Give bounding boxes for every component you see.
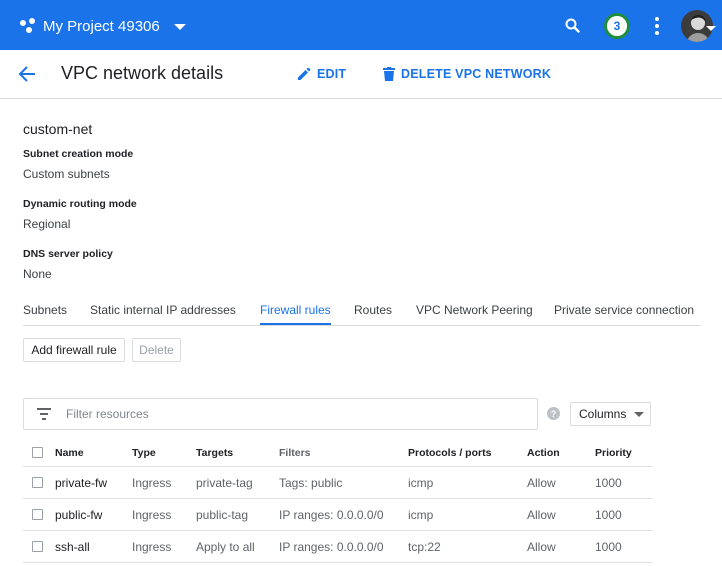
tab-bar: Subnets Static internal IP addresses Fir… <box>23 298 701 326</box>
column-header-action[interactable]: Action <box>527 447 560 459</box>
row-checkbox[interactable] <box>32 477 43 488</box>
tab-routes[interactable]: Routes <box>354 303 392 317</box>
rule-priority: 1000 <box>595 540 622 554</box>
rule-protocols: icmp <box>408 508 434 522</box>
tab-firewall-rules[interactable]: Firewall rules <box>260 303 331 317</box>
column-header-targets[interactable]: Targets <box>196 447 233 459</box>
rule-action: Allow <box>527 540 556 554</box>
select-all-checkbox[interactable] <box>32 447 43 458</box>
project-icon <box>20 18 36 34</box>
delete-vpc-network-button[interactable]: DELETE VPC NETWORK <box>383 64 551 84</box>
table-row: private-fw Ingress private-tag Tags: pub… <box>23 467 652 499</box>
detail-label-routing-mode: Dynamic routing mode <box>23 198 137 210</box>
table-row: ssh-all Ingress Apply to all IP ranges: … <box>23 531 652 563</box>
edit-icon <box>298 67 311 80</box>
firewall-rules-table: Name Type Targets Filters Protocols / po… <box>23 438 652 563</box>
tab-subnets[interactable]: Subnets <box>23 303 67 317</box>
rule-action: Allow <box>527 508 556 522</box>
more-vert-icon[interactable] <box>650 15 664 37</box>
rule-priority: 1000 <box>595 476 622 490</box>
page-header: VPC network details EDIT DELETE VPC NETW… <box>0 50 722 99</box>
tab-static-internal-ip[interactable]: Static internal IP addresses <box>90 303 236 317</box>
rule-protocols: icmp <box>408 476 434 490</box>
rule-type: Ingress <box>132 476 172 490</box>
tab-private-service-connection[interactable]: Private service connection <box>554 303 694 317</box>
app-bar: My Project 49306 3 <box>0 0 722 50</box>
help-icon[interactable]: ? <box>547 407 560 420</box>
page-title: VPC network details <box>61 63 224 83</box>
chevron-down-icon <box>173 24 186 30</box>
caret-down-icon <box>634 412 644 417</box>
filter-list-icon <box>37 408 51 420</box>
column-header-priority[interactable]: Priority <box>595 447 632 459</box>
rule-targets: Apply to all <box>196 540 255 554</box>
filter-input[interactable] <box>66 405 526 423</box>
back-arrow-icon[interactable] <box>16 63 38 85</box>
rule-name-link[interactable]: private-fw <box>55 476 107 490</box>
project-selector[interactable]: My Project 49306 <box>20 13 186 39</box>
notification-badge[interactable]: 3 <box>604 13 630 39</box>
columns-button[interactable]: Columns <box>570 402 651 426</box>
edit-button[interactable]: EDIT <box>297 64 346 84</box>
avatar-caret-icon <box>706 26 716 31</box>
column-header-filters: Filters <box>279 447 311 459</box>
rule-type: Ingress <box>132 508 172 522</box>
rule-type: Ingress <box>132 540 172 554</box>
project-name: My Project 49306 <box>43 17 160 35</box>
trash-icon <box>383 67 395 81</box>
table-header-row: Name Type Targets Filters Protocols / po… <box>23 438 652 467</box>
column-header-type[interactable]: Type <box>132 447 156 459</box>
row-checkbox[interactable] <box>32 541 43 552</box>
network-name: custom-net <box>23 121 93 137</box>
rule-name-link[interactable]: public-fw <box>55 508 102 522</box>
delete-vpc-label: DELETE VPC NETWORK <box>401 67 552 81</box>
rule-priority: 1000 <box>595 508 622 522</box>
detail-label-dns-policy: DNS server policy <box>23 248 113 260</box>
tab-vpc-network-peering[interactable]: VPC Network Peering <box>416 303 533 317</box>
rule-filters: IP ranges: 0.0.0.0/0 <box>279 508 384 522</box>
rule-action: Allow <box>527 476 556 490</box>
rule-filters: IP ranges: 0.0.0.0/0 <box>279 540 384 554</box>
column-header-name[interactable]: Name <box>55 447 84 459</box>
filter-bar <box>23 398 538 430</box>
column-header-protocols[interactable]: Protocols / ports <box>408 447 491 459</box>
rule-name-link[interactable]: ssh-all <box>55 540 90 554</box>
add-firewall-rule-button[interactable]: Add firewall rule <box>23 338 125 362</box>
detail-value-routing-mode: Regional <box>23 217 71 231</box>
rule-protocols: tcp:22 <box>408 540 441 554</box>
rule-filters: Tags: public <box>279 476 343 490</box>
detail-value-subnet-mode: Custom subnets <box>23 167 110 181</box>
rule-targets: private-tag <box>196 476 253 490</box>
table-row: public-fw Ingress public-tag IP ranges: … <box>23 499 652 531</box>
active-tab-indicator <box>260 323 331 325</box>
detail-value-dns-policy: None <box>23 267 52 281</box>
detail-label-subnet-mode: Subnet creation mode <box>23 148 134 160</box>
columns-label: Columns <box>579 407 627 421</box>
rule-targets: public-tag <box>196 508 249 522</box>
search-icon[interactable] <box>563 16 583 36</box>
row-checkbox[interactable] <box>32 509 43 520</box>
delete-button: Delete <box>132 338 181 362</box>
edit-label: EDIT <box>317 67 347 81</box>
